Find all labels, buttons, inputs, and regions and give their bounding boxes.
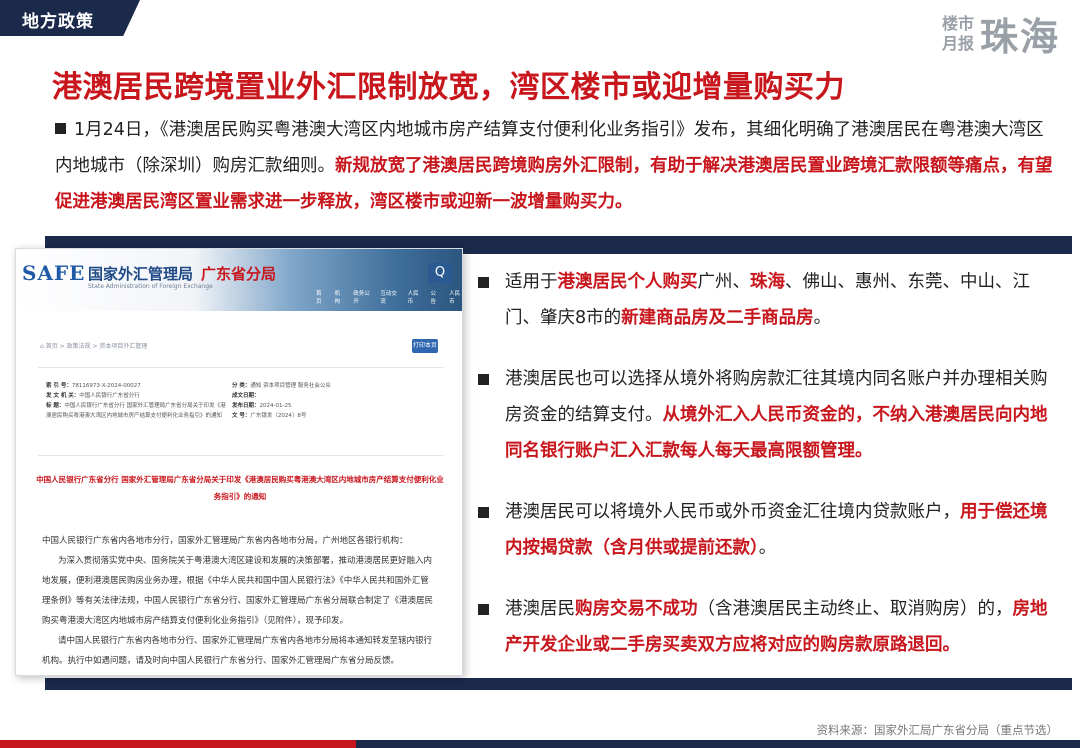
meta-left: 索 引 号：78116973-X-2024-00027 发 文 机 关：中国人民… [46, 381, 226, 421]
doc-nav-item[interactable]: 人民币 [449, 289, 462, 305]
point-text: 港澳居民 [505, 599, 575, 619]
print-button[interactable]: 打印本页 [412, 339, 438, 353]
bullet-square-icon [478, 277, 489, 288]
meta-right: 分 类：通知 资本项目管理 服务社会公众 成文日期： 发布日期：2024-01-… [232, 381, 432, 421]
doc-heading: 中国人民银行广东省分行 国家外汇管理局广东省分局关于印发《港澳居民购买粤港澳大湾… [36, 475, 444, 501]
bullet-square-icon [55, 123, 66, 134]
highlight-text: 新建商品房及二手商品房 [621, 308, 814, 328]
bullet-square-icon [478, 507, 489, 518]
highlight-text: 港澳居民个人购买 [557, 272, 698, 292]
doc-nav-item[interactable]: 公告 [431, 289, 440, 305]
meta-row: 标 题：中国人民银行广东省分行 国家外汇管理局广东省分局关于印发《港澳居民购买粤… [46, 403, 226, 419]
bullet-points: 适用于港澳居民个人购买广州、珠海、佛山、惠州、东莞、中山、江门、肇庆8市的新建商… [478, 264, 1058, 688]
meta-row: 发布日期：2024-01-25 [232, 403, 292, 409]
highlight-text: 购房交易不成功 [575, 599, 698, 619]
point-text: 。 [758, 538, 777, 558]
intro-paragraph: 1月24日，《港澳居民购买粤港澳大湾区内地城市房产结算支付便利化业务指引》发布，… [55, 112, 1055, 220]
bottom-bar [0, 740, 1080, 748]
divider [38, 455, 444, 456]
doc-paragraph: 请中国人民银行广东省内各地市分行、国家外汇管理局广东省内各地市分局将本通知转发至… [42, 636, 433, 666]
section-tag: 地方政策 [0, 0, 140, 36]
doc-nav-item[interactable]: 政务公开 [353, 289, 370, 305]
bullet-point: 港澳居民也可以选择从境外将购房款汇往其境内同名账户并办理相关购房资金的结算支付。… [478, 361, 1058, 469]
meta-row: 发 文 机 关：中国人民银行广东省分行 [46, 393, 140, 399]
bullet-square-icon [478, 374, 489, 385]
meta-row: 索 引 号：78116973-X-2024-00027 [46, 383, 141, 389]
doc-nav-item[interactable]: 人民币 [408, 289, 421, 305]
doc-nav-item[interactable]: 机构 [335, 289, 344, 305]
doc-nav-item[interactable]: 互动交流 [380, 289, 397, 305]
bullet-point: 港澳居民购房交易不成功（含港澳居民主动终止、取消购房）的，房地产开发企业或二手房… [478, 591, 1058, 663]
point-text: 广州、 [697, 272, 751, 292]
page-title: 港澳居民跨境置业外汇限制放宽，湾区楼市或迎增量购买力 [52, 70, 845, 105]
meta-row: 分 类：通知 资本项目管理 服务社会公众 [232, 383, 331, 389]
divider [38, 367, 444, 368]
brand-line2: 月报 [941, 33, 974, 53]
search-icon[interactable]: Q [428, 263, 452, 283]
doc-nav: 首页 机构 政务公开 互动交流 人民币 公告 人民币 [316, 289, 462, 305]
doc-paragraph: 中国人民银行广东省内各地市分行，国家外汇管理局广东省内各地市分局，广州地区各银行… [42, 536, 408, 546]
brand-city: 珠海 [979, 15, 1060, 59]
document-screenshot: SAFE 国家外汇管理局 State Administration of For… [15, 248, 463, 676]
brand-line1: 楼市 [941, 13, 974, 33]
bullet-square-icon [478, 604, 489, 615]
doc-agency: 国家外汇管理局 [88, 265, 194, 283]
doc-nav-item[interactable]: 首页 [316, 289, 325, 305]
highlight-text: 珠海 [750, 272, 785, 292]
point-text: 港澳居民可以将境外人民币或外币资金汇往境内贷款账户， [505, 502, 960, 522]
doc-branch: 广东省分局 [201, 265, 277, 283]
section-tag-label: 地方政策 [22, 12, 94, 32]
meta-row: 成文日期： [232, 393, 260, 399]
brand-logo: 楼市 月报 珠海 [942, 6, 1060, 61]
point-text: 适用于 [505, 272, 558, 292]
point-text: （含港澳居民主动终止、取消购房）的， [697, 599, 1013, 619]
doc-body: 中国人民银行广东省内各地市分行，国家外汇管理局广东省内各地市分局，广州地区各银行… [42, 531, 437, 671]
bullet-point: 港澳居民可以将境外人民币或外币资金汇往境内贷款账户，用于偿还境内按揭贷款（含月供… [478, 494, 1058, 566]
breadcrumb[interactable]: ⌂ 首页 > 政策法规 > 资本项目外汇管理 [40, 341, 147, 350]
safe-logo: SAFE [22, 261, 86, 285]
brand-small: 楼市 月报 [942, 14, 974, 54]
bullet-point: 适用于港澳居民个人购买广州、珠海、佛山、惠州、东莞、中山、江门、肇庆8市的新建商… [478, 264, 1058, 336]
source-note: 资料来源：国家外汇局广东省分局（重点节选） [816, 723, 1059, 737]
point-text: 。 [813, 308, 832, 328]
doc-paragraph: 为深入贯彻落实党中央、国务院关于粤港澳大湾区建设和发展的决策部署，推动港澳居民更… [42, 556, 434, 626]
meta-row: 文 号：广东银发〔2024〕8号 [232, 413, 307, 419]
doc-agency-en: State Administration of Foreign Exchange [88, 283, 213, 290]
